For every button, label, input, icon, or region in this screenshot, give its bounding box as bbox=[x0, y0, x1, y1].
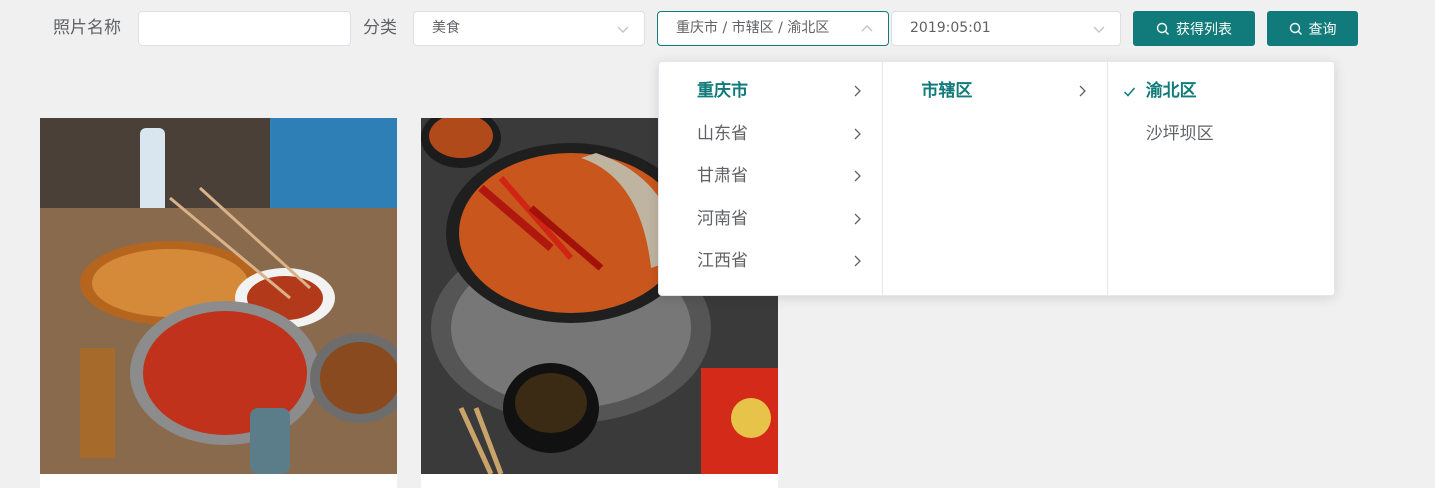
province-column: 重庆市 山东省 甘肃省 河南省 江西省 bbox=[659, 62, 884, 295]
chevron-right-icon bbox=[854, 85, 862, 97]
district-column: 渝北区 沙坪坝区 bbox=[1108, 62, 1334, 295]
province-option[interactable]: 山东省 bbox=[659, 113, 882, 156]
province-option[interactable]: 甘肃省 bbox=[659, 155, 882, 198]
region-cascader-panel: 重庆市 山东省 甘肃省 河南省 江西省 市辖区 渝北区 沙坪坝区 bbox=[658, 61, 1335, 296]
chevron-right-icon bbox=[1079, 85, 1086, 97]
photo-card[interactable] bbox=[40, 118, 397, 488]
photo-name-label: 照片名称 bbox=[53, 18, 121, 38]
get-list-button[interactable]: 获得列表 bbox=[1133, 11, 1255, 46]
chevron-right-icon bbox=[854, 213, 862, 224]
chevron-down-icon bbox=[1093, 26, 1105, 33]
photo-gallery-page: 照片名称 分类 美食 重庆市 / 市辖区 / 渝北区 2019:05:01 获得… bbox=[0, 0, 1435, 488]
chevron-right-icon bbox=[854, 170, 862, 182]
search-icon bbox=[1156, 22, 1169, 35]
chevron-down-icon bbox=[617, 26, 629, 33]
check-icon bbox=[1123, 87, 1135, 97]
search-icon bbox=[1289, 22, 1302, 35]
bbq-feast-photo bbox=[40, 118, 397, 474]
region-cascader-input[interactable]: 重庆市 / 市辖区 / 渝北区 bbox=[657, 11, 889, 46]
province-option[interactable]: 江西省 bbox=[659, 240, 882, 283]
category-label: 分类 bbox=[363, 18, 397, 38]
chevron-right-icon bbox=[854, 255, 862, 267]
province-option[interactable]: 河南省 bbox=[659, 198, 882, 241]
category-select[interactable]: 美食 bbox=[413, 11, 645, 46]
query-label: 查询 bbox=[1308, 20, 1337, 37]
get-list-label: 获得列表 bbox=[1176, 20, 1232, 37]
district-option[interactable]: 渝北区 bbox=[1108, 70, 1334, 113]
date-select[interactable]: 2019:05:01 bbox=[891, 11, 1121, 46]
photo-name-input[interactable] bbox=[138, 11, 351, 46]
city-column: 市辖区 bbox=[883, 62, 1108, 295]
province-option[interactable]: 重庆市 bbox=[659, 70, 882, 113]
query-button[interactable]: 查询 bbox=[1267, 11, 1358, 46]
district-option[interactable]: 沙坪坝区 bbox=[1108, 113, 1334, 156]
city-option[interactable]: 市辖区 bbox=[883, 70, 1106, 113]
chevron-up-icon bbox=[861, 25, 873, 32]
chevron-right-icon bbox=[854, 128, 862, 139]
